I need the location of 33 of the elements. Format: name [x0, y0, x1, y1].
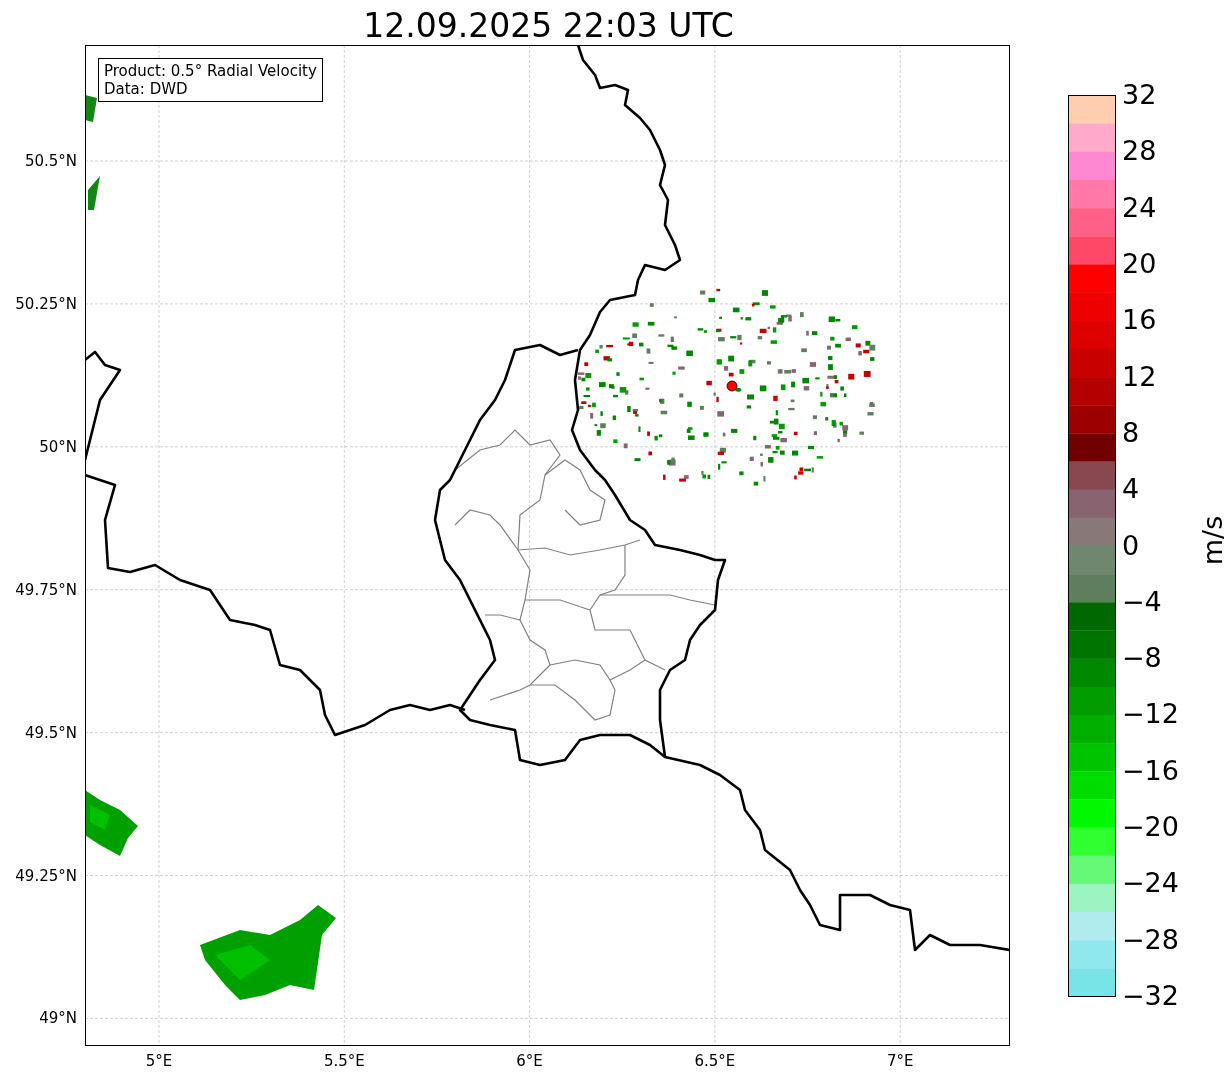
tick-label: 20 [1122, 247, 1157, 280]
tick-label: 0 [1122, 529, 1140, 562]
tick-label: −28 [1122, 923, 1179, 956]
axis-label: m/s [1197, 515, 1225, 566]
tick-label: 4 [1122, 473, 1140, 506]
tick-label: 50°N [39, 437, 77, 456]
tick-label: 50.25°N [15, 294, 77, 313]
tick-label: 16 [1122, 304, 1157, 337]
tick-label: 24 [1122, 191, 1157, 224]
chart-title: 12.09.2025 22:03 UTC [362, 5, 735, 45]
tick-label: 28 [1122, 135, 1157, 168]
tick-label: −24 [1122, 867, 1179, 900]
tick-label: −20 [1122, 811, 1179, 844]
tick-label: 32 [1122, 79, 1157, 111]
tick-label: −16 [1122, 754, 1179, 787]
tick-label: 49°N [39, 1009, 77, 1028]
info-text: Product: 0.5° Radial Velocity [104, 62, 317, 80]
tick-label: 5.5°E [323, 1052, 365, 1070]
tick-label: 12 [1122, 360, 1157, 393]
tick-label: 8 [1122, 416, 1140, 449]
tick-label: 50.5°N [24, 152, 77, 170]
tick-label: 7°E [886, 1052, 914, 1070]
tick-label: −8 [1122, 642, 1162, 675]
tick-label: −32 [1122, 980, 1179, 1012]
tick-label: 49.5°N [24, 723, 77, 742]
tick-label: 49.75°N [15, 580, 77, 599]
tick-label: 6.5°E [694, 1052, 736, 1070]
tick-label: −4 [1122, 585, 1162, 618]
info-text: Data: DWD [104, 80, 189, 98]
tick-label: 6°E [516, 1052, 543, 1070]
tick-label: 5°E [145, 1052, 173, 1070]
tick-label: 49.25°N [15, 866, 77, 885]
tick-label: −12 [1122, 698, 1179, 731]
